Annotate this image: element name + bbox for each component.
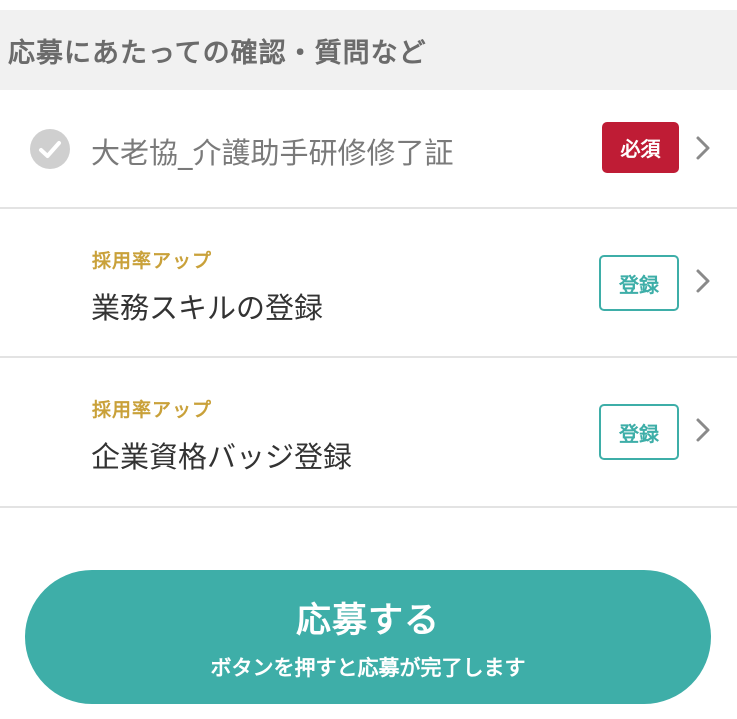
required-badge: 必須	[602, 122, 679, 173]
item-label: 業務スキルの登録	[91, 291, 324, 325]
boost-label: 採用率アップ	[92, 399, 213, 421]
apply-button-sublabel: ボタンを押すと応募が完了します	[210, 656, 526, 680]
list-item-certificate[interactable]: 大老協_介護助手研修修了証 必須	[0, 90, 737, 209]
list-item-business-skill[interactable]: 採用率アップ 業務スキルの登録 登録	[0, 209, 737, 358]
apply-button[interactable]: 応募する ボタンを押すと応募が完了します	[25, 570, 711, 704]
item-label: 大老協_介護助手研修修了証	[91, 136, 454, 170]
chevron-right-icon	[694, 417, 712, 443]
list-item-company-badge[interactable]: 採用率アップ 企業資格バッジ登録 登録	[0, 358, 737, 508]
register-button[interactable]: 登録	[599, 255, 679, 311]
boost-label: 採用率アップ	[92, 250, 213, 272]
chevron-right-icon	[694, 268, 712, 294]
register-button[interactable]: 登録	[599, 404, 679, 460]
section-title: 応募にあたっての確認・質問など	[8, 37, 427, 69]
check-circle-icon	[30, 129, 70, 169]
chevron-right-icon	[694, 135, 712, 161]
section-header: 応募にあたっての確認・質問など	[0, 10, 737, 90]
apply-button-label: 応募する	[295, 601, 440, 641]
item-label: 企業資格バッジ登録	[91, 440, 353, 474]
